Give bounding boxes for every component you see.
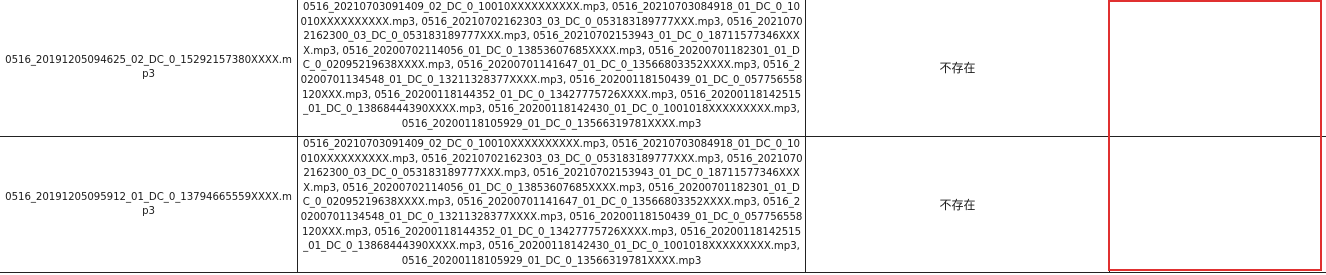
status-text: 不存在	[939, 197, 976, 212]
empty-cell[interactable]	[1110, 137, 1326, 273]
matches-text: 0516_20210703091409_02_DC_0_10010XXXXXXX…	[300, 139, 803, 267]
table-row: 0516_20191205095912_01_DC_0_13794665559X…	[0, 137, 1326, 273]
filename-text: 0516_20191205095912_01_DC_0_13794665559X…	[5, 191, 292, 217]
status-cell[interactable]: 不存在	[806, 0, 1110, 137]
status-text: 不存在	[939, 61, 976, 75]
matches-text: 0516_20210703091409_02_DC_0_10010XXXXXXX…	[300, 2, 803, 130]
filename-text: 0516_20191205094625_02_DC_0_15292157380X…	[5, 55, 292, 80]
matches-cell[interactable]: 0516_20210703091409_02_DC_0_10010XXXXXXX…	[298, 137, 806, 273]
empty-cell[interactable]	[1110, 0, 1326, 137]
table-row: 0516_20191205094625_02_DC_0_15292157380X…	[0, 0, 1326, 137]
spreadsheet-grid: 0516_20191205094625_02_DC_0_15292157380X…	[0, 0, 1326, 275]
filename-cell[interactable]: 0516_20191205094625_02_DC_0_15292157380X…	[0, 0, 298, 137]
matches-cell[interactable]: 0516_20210703091409_02_DC_0_10010XXXXXXX…	[298, 0, 806, 137]
filename-cell[interactable]: 0516_20191205095912_01_DC_0_13794665559X…	[0, 137, 298, 273]
status-cell[interactable]: 不存在	[806, 137, 1110, 273]
